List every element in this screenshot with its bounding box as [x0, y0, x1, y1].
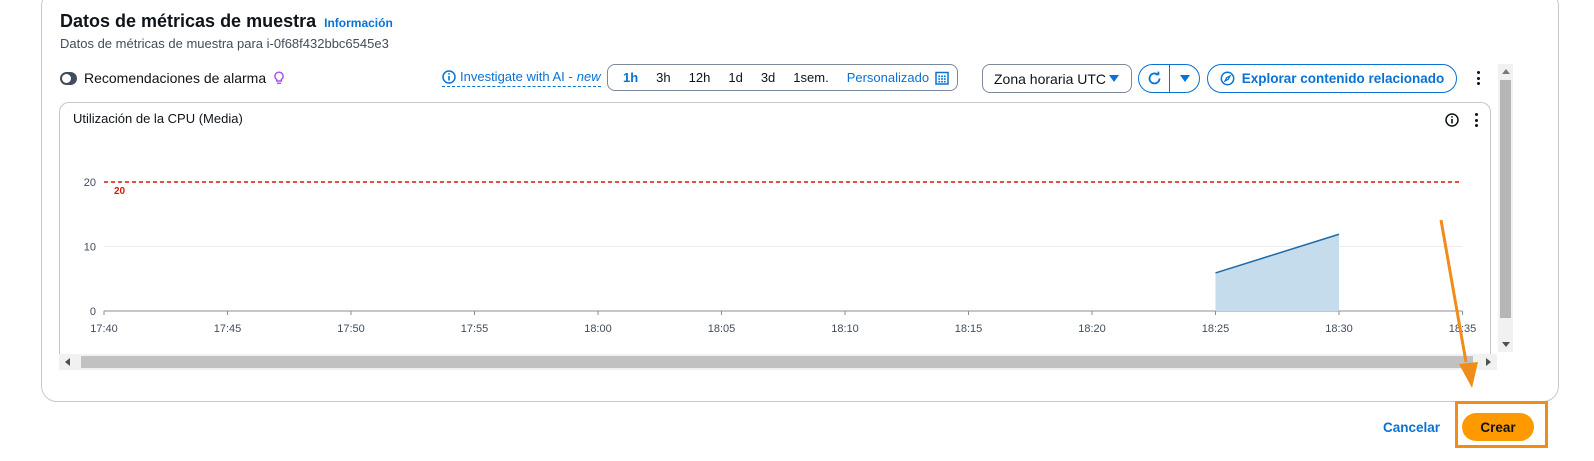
time-range-selector: 1h 3h 12h 1d 3d 1sem. Personalizado: [607, 64, 959, 91]
x-tick-label: 18:00: [584, 323, 612, 335]
time-range-12h[interactable]: 12h: [680, 70, 720, 85]
x-tick-label: 17:40: [90, 323, 118, 335]
time-range-1week[interactable]: 1sem.: [784, 70, 837, 85]
caret-down-icon: [1109, 75, 1119, 82]
investigate-ai-text: Investigate with AI -: [460, 69, 573, 84]
time-range-3h[interactable]: 3h: [647, 70, 679, 85]
info-circle-icon: [442, 69, 456, 84]
x-tick-label: 17:45: [214, 323, 242, 335]
scroll-up-icon[interactable]: [1502, 69, 1510, 74]
time-range-3d[interactable]: 3d: [752, 70, 784, 85]
info-link[interactable]: Información: [324, 16, 393, 30]
investigate-ai-link[interactable]: Investigate with AI - new: [442, 69, 601, 87]
caret-down-icon: [1179, 75, 1190, 82]
refresh-button-group: [1138, 64, 1200, 93]
refresh-button[interactable]: [1139, 65, 1170, 92]
timezone-label: Zona horaria UTC: [994, 70, 1107, 87]
series-area: [1215, 234, 1339, 311]
cpu-chart-card: Utilización de la CPU (Media) 0 10 20 17:40…: [59, 102, 1491, 354]
x-tick-label: 18:05: [708, 323, 736, 335]
alarm-recommendations-label: Recomendaciones de alarma: [84, 70, 267, 86]
threshold-label: 20: [114, 186, 126, 197]
chart-toolbar: Recomendaciones de alarma Investigate wi…: [60, 64, 1512, 94]
vertical-scrollbar[interactable]: [1498, 64, 1513, 352]
x-tick-label: 18:25: [1202, 323, 1230, 335]
refresh-icon: [1148, 71, 1160, 85]
panel-title: Datos de métricas de muestra: [60, 11, 317, 31]
new-badge: new: [576, 69, 601, 84]
scroll-down-icon[interactable]: [1502, 342, 1510, 347]
x-tick-label: 17:50: [337, 323, 365, 335]
x-tick-label: 18:15: [955, 323, 983, 335]
cancel-button[interactable]: Cancelar: [1383, 420, 1440, 435]
y-tick-label: 10: [84, 242, 96, 254]
x-tick-label: 18:20: [1078, 323, 1106, 335]
more-options-icon[interactable]: [1476, 71, 1480, 85]
lightbulb-icon: [274, 71, 284, 85]
create-button[interactable]: Crear: [1462, 413, 1534, 441]
x-tick-label: 17:55: [461, 323, 489, 335]
cpu-chart: 0 10 20 17:40 17:45 17:50 17:55 18:00 18:05 18:10…: [84, 177, 1477, 335]
panel-subtitle: Datos de métricas de muestra para i-0f68…: [60, 36, 389, 51]
timezone-select[interactable]: Zona horaria UTC: [982, 64, 1132, 93]
scroll-left-icon[interactable]: [65, 358, 70, 366]
y-tick-label: 0: [90, 306, 96, 318]
alarm-recommendations-toggle-group[interactable]: Recomendaciones de alarma: [60, 70, 285, 86]
alarm-recommendations-toggle[interactable]: [60, 71, 77, 85]
horizontal-scrollbar[interactable]: [59, 354, 1497, 370]
calendar-icon[interactable]: [935, 71, 949, 85]
x-tick-label: 18:30: [1325, 323, 1353, 335]
panel-header: Datos de métricas de muestra Información: [60, 11, 393, 32]
x-tick-label: 18:35: [1449, 323, 1477, 335]
compass-icon: [1220, 71, 1235, 86]
explore-related-label: Explorar contenido relacionado: [1241, 71, 1445, 86]
time-range-1h[interactable]: 1h: [614, 70, 647, 85]
horizontal-scroll-thumb[interactable]: [81, 356, 1473, 368]
custom-range-button[interactable]: Personalizado: [838, 70, 935, 85]
x-tick-label: 18:10: [831, 323, 859, 335]
explore-related-button[interactable]: Explorar contenido relacionado: [1207, 64, 1457, 93]
time-range-1d[interactable]: 1d: [719, 70, 751, 85]
y-tick-label: 20: [84, 177, 96, 189]
scroll-right-icon[interactable]: [1486, 358, 1491, 366]
vertical-scroll-thumb[interactable]: [1500, 80, 1511, 318]
refresh-options-dropdown[interactable]: [1170, 65, 1199, 92]
